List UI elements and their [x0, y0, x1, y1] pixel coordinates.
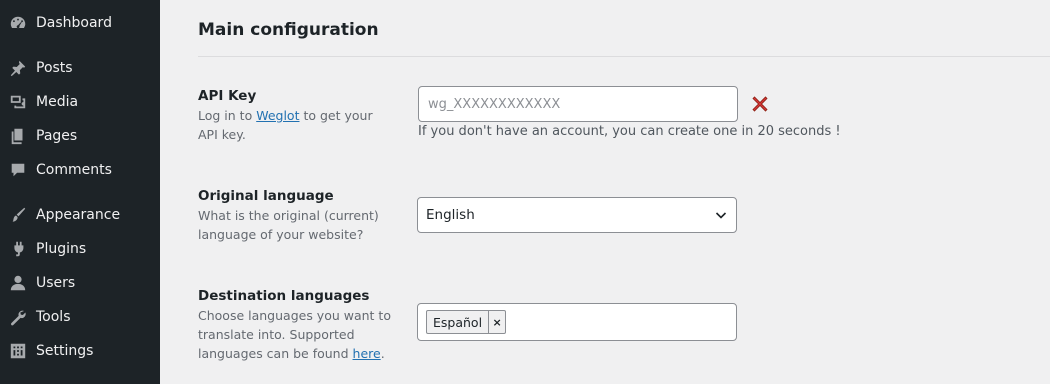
user-icon [8, 273, 28, 293]
api-key-desc-text: Log in to [198, 108, 257, 123]
comment-icon [8, 160, 28, 180]
sidebar-item-label: Appearance [36, 207, 121, 223]
sidebar-item-label: Settings [36, 343, 94, 359]
destination-languages-description: Choose languages you want to translate i… [198, 306, 393, 363]
sidebar-item-tools[interactable]: Tools [0, 300, 160, 334]
sidebar-item-appearance[interactable]: Appearance [0, 198, 160, 232]
sidebar-item-settings[interactable]: Settings [0, 334, 160, 368]
sidebar-item-label: Tools [36, 309, 71, 325]
sidebar-item-posts[interactable]: Posts [0, 51, 160, 85]
pin-icon [8, 58, 28, 78]
brush-icon [8, 205, 28, 225]
original-language-value: English [426, 207, 475, 223]
sidebar-item-label: Media [36, 94, 79, 110]
sidebar-item-media[interactable]: Media [0, 85, 160, 119]
api-key-input[interactable] [418, 86, 738, 122]
admin-sidebar: Dashboard Posts Media Pages Comments App… [0, 0, 160, 384]
sidebar-item-label: Plugins [36, 241, 87, 257]
language-tag: Español × [426, 310, 507, 334]
api-key-label: API Key [198, 88, 257, 104]
supported-languages-link[interactable]: here [353, 346, 381, 361]
remove-tag-button[interactable]: × [488, 311, 505, 333]
original-language-label: Original language [198, 188, 334, 204]
api-key-description: Log in to Weglot to get your API key. [198, 106, 393, 144]
sidebar-item-users[interactable]: Users [0, 266, 160, 300]
wrench-icon [8, 307, 28, 327]
page-title: Main configuration [198, 20, 379, 40]
sidebar-item-comments[interactable]: Comments [0, 153, 160, 187]
chevron-down-icon [715, 212, 727, 219]
media-icon [8, 92, 28, 112]
original-language-select[interactable]: English [417, 197, 737, 233]
main-content: Main configuration API Key Log in to Weg… [160, 0, 1050, 384]
settings-icon [8, 341, 28, 361]
language-tag-label: Español [433, 314, 483, 330]
sidebar-item-label: Dashboard [36, 15, 112, 31]
sidebar-item-pages[interactable]: Pages [0, 119, 160, 153]
sidebar-item-plugins[interactable]: Plugins [0, 232, 160, 266]
sidebar-item-label: Comments [36, 162, 112, 178]
sidebar-item-dashboard[interactable]: Dashboard [0, 6, 160, 40]
red-x-icon [752, 96, 768, 112]
weglot-link[interactable]: Weglot [256, 108, 299, 123]
sidebar-item-label: Posts [36, 60, 73, 76]
api-key-hint: If you don't have an account, you can cr… [418, 124, 841, 139]
title-divider [198, 56, 1050, 57]
dashboard-icon [8, 13, 28, 33]
destination-languages-input[interactable]: Español × [417, 303, 737, 341]
sidebar-item-label: Pages [36, 128, 78, 144]
destination-languages-label: Destination languages [198, 288, 370, 304]
plug-icon [8, 239, 28, 259]
destination-desc-text-end: . [380, 346, 385, 361]
original-language-description: What is the original (current) language … [198, 208, 379, 242]
pages-icon [8, 126, 28, 146]
sidebar-item-label: Users [36, 275, 76, 291]
